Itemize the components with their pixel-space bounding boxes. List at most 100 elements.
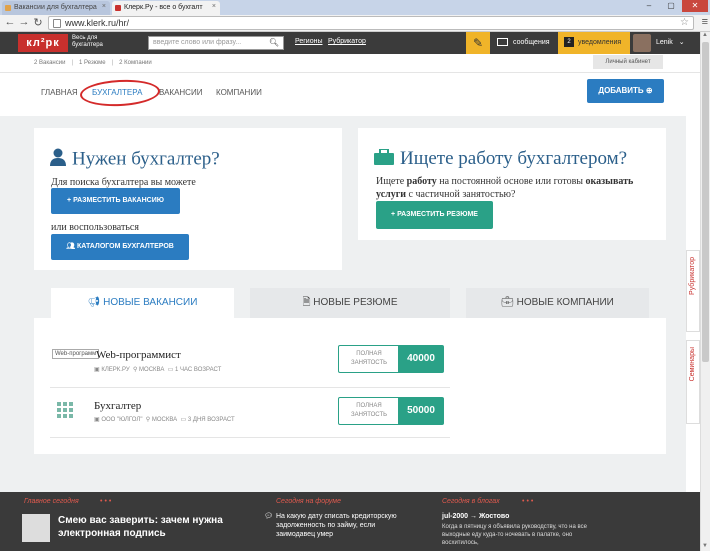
browser-tabstrip: Вакансии для бухгалтера × Клерк.Ру - все…: [0, 0, 710, 15]
article-thumbnail[interactable]: [22, 514, 50, 542]
envelope-icon: [497, 38, 508, 47]
bookmark-star-icon[interactable]: ☆: [680, 17, 689, 28]
location-pin-icon: ⚲: [132, 367, 138, 373]
close-tab-icon[interactable]: ×: [212, 3, 216, 10]
chevron-down-icon: ⌄: [678, 39, 685, 46]
close-tab-icon[interactable]: ×: [102, 3, 106, 10]
personal-cabinet-button[interactable]: Личный кабинет: [593, 55, 663, 69]
company-icon: ▣: [94, 417, 100, 423]
counts: 2 Вакансии | 1 Резюме | 2 Компании: [34, 60, 152, 66]
search-icon[interactable]: 🔍︎: [269, 38, 279, 47]
forward-arrow-icon[interactable]: →: [18, 16, 30, 28]
calendar-icon: ▭: [167, 367, 174, 373]
resumes-count-link[interactable]: 1 Резюме: [79, 60, 106, 66]
pencil-icon[interactable]: ✎: [466, 32, 490, 54]
catalog-button-label: КАТАЛОГОМ БУХГАЛТЕРОВ: [76, 243, 174, 250]
url-text: www.klerk.ru/hr/: [65, 18, 130, 28]
scroll-up-icon[interactable]: ▲: [702, 32, 708, 38]
regions-link[interactable]: Регионы: [295, 38, 323, 45]
page-icon: [53, 19, 61, 28]
megaphone-icon: 📢︎: [87, 297, 104, 308]
post-vacancy-button[interactable]: + РАЗМЕСТИТЬ ВАКАНСИЮ: [51, 188, 180, 214]
location-pin-icon: ⚲: [145, 417, 151, 423]
scroll-down-icon[interactable]: ▼: [702, 543, 708, 549]
side-tab-seminars[interactable]: Семинары: [686, 340, 700, 424]
document-icon: 🗎: [302, 297, 314, 308]
catalog-button[interactable]: 👥︎ КАТАЛОГОМ БУХГАЛТЕРОВ: [51, 234, 189, 260]
footer-main-article[interactable]: Смею вас заверить: зачем нужна электронн…: [58, 514, 228, 540]
site-tagline: Весь для бухгалтера: [72, 35, 103, 48]
favicon-icon: [115, 5, 121, 11]
browser-tab-label: Вакансии для бухгалтера: [14, 4, 97, 11]
add-button[interactable]: ДОБАВИТЬ ⊕: [587, 79, 664, 103]
address-bar: ← → ↻ www.klerk.ru/hr/ ☆ ≡: [0, 15, 710, 32]
search-input[interactable]: введите слово или фразу... 🔍︎: [148, 36, 284, 50]
scrollbar-thumb[interactable]: [702, 42, 709, 362]
site-topbar: кл²рк Весь для бухгалтера введите слово …: [0, 32, 710, 54]
nav-companies[interactable]: КОМПАНИИ: [216, 88, 262, 97]
messages-button[interactable]: сообщения: [497, 32, 550, 54]
employer-title-text: Нужен бухгалтер?: [72, 148, 220, 170]
browser-tab-vacancies[interactable]: Вакансии для бухгалтера ×: [2, 1, 110, 15]
minimize-window-button[interactable]: –: [638, 0, 660, 12]
page-scrollbar[interactable]: ▲ ▼: [700, 32, 710, 551]
comments-icon: 💬︎: [264, 513, 273, 520]
footer-blog-excerpt[interactable]: Когда в пятницу я объявила руководству, …: [442, 523, 587, 547]
briefcase-icon: 💼︎: [501, 297, 517, 308]
footer-blog-author[interactable]: jul-2000 → Жостово: [442, 512, 509, 521]
user-icon: [50, 148, 66, 172]
footer-forum-topic[interactable]: На какую дату списать кредиторскую задол…: [276, 512, 416, 539]
nav-vacancies[interactable]: ВАКАНСИИ: [159, 88, 202, 97]
job-meta: ▣ ООО "ЮЛГОЛ" ⚲ МОСКВА ▭ 3 ДНЯ ВОЗРАСТ: [94, 417, 235, 423]
tab-new-vacancies[interactable]: 📢︎ НОВЫЕ ВАКАНСИИ: [51, 288, 234, 318]
back-arrow-icon[interactable]: ←: [4, 16, 16, 28]
tab-new-resumes[interactable]: 🗎 НОВЫЕ РЕЗЮМЕ: [250, 288, 450, 318]
companies-count-link[interactable]: 2 Компании: [119, 60, 152, 66]
browser-tab-klerk[interactable]: Клерк.Ру - все о бухгалт ×: [112, 1, 220, 15]
messages-label: сообщения: [513, 39, 550, 46]
footer-blogs-heading: Сегодня в блогах: [442, 498, 500, 505]
job-title[interactable]: Web-программист: [96, 349, 181, 361]
close-window-button[interactable]: ✕: [682, 0, 708, 12]
employment-type-badge: ПОЛНАЯ ЗАНЯТОСТЬ: [338, 345, 400, 373]
reload-icon[interactable]: ↻: [32, 16, 44, 29]
salary-badge: 50000: [398, 397, 444, 425]
url-input[interactable]: www.klerk.ru/hr/ ☆: [48, 16, 694, 30]
employer-card-title: Нужен бухгалтер?: [50, 148, 220, 172]
avatar[interactable]: [633, 34, 651, 52]
seeker-card-title: Ищете работу бухгалтером?: [374, 147, 628, 171]
company-icon: ▣: [94, 367, 100, 373]
employment-type-badge: ПОЛНАЯ ЗАНЯТОСТЬ: [338, 397, 400, 425]
red-circle-annotation: [79, 77, 161, 109]
seeker-text: Ищете работу на постоянной основе или го…: [376, 176, 634, 200]
footer-main-today-heading: Главное сегодня: [24, 498, 79, 505]
favicon-icon: [5, 5, 11, 11]
salary-badge: 40000: [398, 345, 444, 373]
footer-forum-heading: Сегодня на форуме: [276, 498, 341, 505]
notifications-button[interactable]: 2 уведомления: [558, 32, 630, 54]
tab-new-companies[interactable]: 💼︎ НОВЫЕ КОМПАНИИ: [466, 288, 649, 318]
carousel-dots[interactable]: •••: [100, 498, 113, 505]
company-logo-image: Web-программ: [52, 349, 100, 359]
notifications-count: 2: [564, 37, 574, 47]
nav-home[interactable]: ГЛАВНАЯ: [41, 88, 78, 97]
site-logo[interactable]: кл²рк: [18, 34, 68, 52]
user-menu[interactable]: Lenik ⌄: [656, 38, 685, 46]
rubricator-link[interactable]: Рубрикатор: [328, 38, 366, 45]
carousel-dots[interactable]: •••: [522, 498, 535, 505]
job-meta: ▣ КЛЕРК.РУ ⚲ МОСКВА ▭ 1 ЧАС ВОЗРАСТ: [94, 367, 222, 373]
maximize-window-button[interactable]: ▢: [660, 0, 682, 12]
employer-text-2: или воспользоваться: [51, 222, 139, 233]
building-icon: [57, 402, 75, 418]
side-tab-rubricator[interactable]: Рубрикатор: [686, 250, 700, 332]
briefcase-icon: [374, 147, 394, 171]
vacancies-count-link[interactable]: 2 Вакансии: [34, 60, 65, 66]
post-resume-button[interactable]: + РАЗМЕСТИТЬ РЕЗЮМЕ: [376, 201, 493, 229]
calendar-icon: ▭: [180, 417, 187, 423]
username: Lenik: [656, 39, 673, 46]
job-title[interactable]: Бухгалтер: [94, 400, 141, 412]
browser-menu-icon[interactable]: ≡: [702, 16, 708, 28]
footer: Главное сегодня ••• Смею вас заверить: з…: [0, 492, 700, 551]
seeker-title-text: Ищете работу бухгалтером?: [400, 148, 628, 169]
notifications-label: уведомления: [578, 39, 622, 46]
